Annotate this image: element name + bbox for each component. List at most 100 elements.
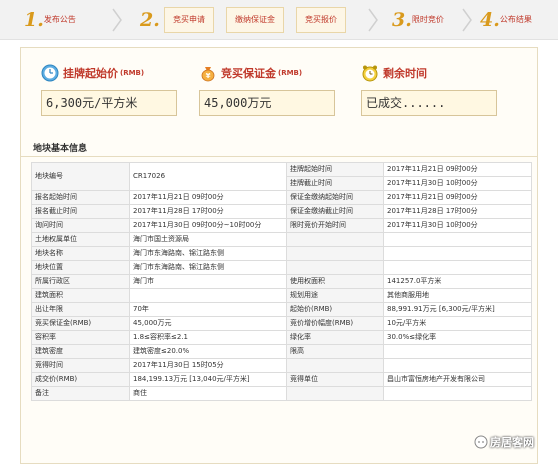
chevron-right-icon bbox=[368, 8, 378, 32]
field-value: 2017年11月28日 17时00分 bbox=[383, 204, 532, 219]
field-label: 挂牌起始时间 bbox=[286, 162, 384, 177]
field-label: 出让年限 bbox=[31, 302, 130, 317]
field-label: 限时竞价开始时间 bbox=[286, 218, 384, 233]
step-label: 发布公告 bbox=[43, 15, 76, 24]
chat-bubble-icon bbox=[474, 435, 488, 449]
field-label: 竞得时间 bbox=[31, 358, 130, 373]
table-row: 地块名称 海门市东海路南、锦江路东侧 bbox=[31, 246, 532, 261]
field-label: 地块编号 bbox=[31, 162, 130, 191]
field-value bbox=[383, 358, 532, 373]
step-number: 2. bbox=[140, 9, 160, 31]
deposit-card: ¥ 竞买保证金 (RMB) 45,000万元 bbox=[199, 62, 335, 136]
field-label bbox=[286, 358, 384, 373]
field-label: 竞价增价幅度(RMB) bbox=[286, 316, 384, 331]
watermark: 房居客网 bbox=[474, 434, 534, 450]
table-row: 报名截止时间 2017年11月28日 17时00分 保证金缴纳截止时间 2017年11… bbox=[31, 204, 532, 219]
field-value: 海门市东海路南、锦江路东侧 bbox=[129, 246, 287, 261]
step-publish: 1. 发布公告 bbox=[24, 7, 76, 33]
field-label: 竞买保证金(RMB) bbox=[31, 316, 130, 331]
field-label: 保证金缴纳起始时间 bbox=[286, 190, 384, 205]
field-label bbox=[286, 246, 384, 261]
step-label: 限时竞价 bbox=[411, 15, 444, 24]
land-auction-panel: 挂牌起始价 (RMB) 6,300元/平方米 ¥ 竞买保证金 (RMB) 45,… bbox=[20, 47, 538, 464]
progress-steps-bar: 1. 发布公告 2. 竞买申请 缴纳保证金 竞买报价 3. 限时竞价 4. 公布… bbox=[0, 0, 558, 40]
table-row: 地块编号 CR17026 挂牌起始时间 2017年11月21日 09时00分 bbox=[31, 162, 532, 191]
field-value bbox=[383, 386, 532, 401]
section-title: 地块基本信息 bbox=[33, 144, 88, 154]
field-label bbox=[286, 386, 384, 401]
svg-text:¥: ¥ bbox=[206, 72, 211, 80]
field-value: 2017年11月21日 09时00分 bbox=[383, 162, 532, 177]
field-label: 竞得单位 bbox=[286, 372, 384, 387]
table-row: 所属行政区 海门市 使用权面积 141257.0平方米 bbox=[31, 274, 532, 289]
field-label: 保证金缴纳截止时间 bbox=[286, 204, 384, 219]
field-label: 容积率 bbox=[31, 330, 130, 345]
field-value: 2017年11月21日 09时00分 bbox=[129, 190, 287, 205]
step-results: 4. 公布结果 bbox=[480, 7, 532, 33]
step-label: 公布结果 bbox=[499, 15, 532, 24]
field-label bbox=[286, 232, 384, 247]
field-value: CR17026 bbox=[129, 162, 287, 191]
deposit-title: 竞买保证金 bbox=[221, 67, 276, 80]
table-row: 报名起始时间 2017年11月21日 09时00分 保证金缴纳起始时间 2017年11… bbox=[31, 190, 532, 205]
field-value: 30.0%≤绿化率 bbox=[383, 330, 532, 345]
watermark-text: 房居客网 bbox=[490, 436, 534, 449]
field-label: 成交价(RMB) bbox=[31, 372, 130, 387]
field-label: 地块名称 bbox=[31, 246, 130, 261]
money-bag-icon: ¥ bbox=[201, 67, 215, 82]
start-price-unit: (RMB) bbox=[120, 69, 145, 77]
field-value: 88,991.91万元 [6,300元/平方米] bbox=[383, 302, 532, 317]
start-price-value: 6,300元/平方米 bbox=[41, 90, 177, 116]
field-label: 地块位置 bbox=[31, 260, 130, 275]
field-value: 2017年11月30日 09时00分~10时00分 bbox=[129, 218, 287, 233]
deposit-value: 45,000万元 bbox=[199, 90, 335, 116]
field-label: 报名截止时间 bbox=[31, 204, 130, 219]
field-value: 2017年11月30日 15时05分 bbox=[129, 358, 287, 373]
field-label: 备注 bbox=[31, 386, 130, 401]
field-value: 2017年11月28日 17时00分 bbox=[129, 204, 287, 219]
step-label: 竞买报价 bbox=[305, 15, 337, 24]
chevron-right-icon bbox=[112, 8, 122, 32]
step-number: 4. bbox=[480, 9, 500, 31]
remaining-time-title: 剩余时间 bbox=[383, 67, 427, 80]
remaining-time-value: 已成交...... bbox=[361, 90, 497, 116]
field-label: 土地权属单位 bbox=[31, 232, 130, 247]
field-value bbox=[383, 232, 532, 247]
table-row: 建筑密度 建筑密度≤20.0% 限高 bbox=[31, 344, 532, 359]
start-price-card: 挂牌起始价 (RMB) 6,300元/平方米 bbox=[41, 62, 177, 136]
field-label: 建筑面积 bbox=[31, 288, 130, 303]
field-value: 商住 bbox=[129, 386, 287, 401]
divider bbox=[21, 156, 537, 157]
start-price-title: 挂牌起始价 bbox=[63, 67, 118, 80]
land-info-table: 地块编号 CR17026 挂牌起始时间 2017年11月21日 09时00分 挂牌截止时… bbox=[31, 162, 532, 401]
field-label bbox=[286, 260, 384, 275]
table-row: 备注 商住 bbox=[31, 386, 532, 401]
field-value: 建筑密度≤20.0% bbox=[129, 344, 287, 359]
field-value bbox=[383, 260, 532, 275]
field-value: 10元/平方米 bbox=[383, 316, 532, 331]
table-row: 竞得时间 2017年11月30日 15时05分 bbox=[31, 358, 532, 373]
field-label: 所属行政区 bbox=[31, 274, 130, 289]
field-label: 起始价(RMB) bbox=[286, 302, 384, 317]
field-label: 挂牌截止时间 bbox=[286, 176, 384, 191]
table-row: 出让年限 70年 起始价(RMB) 88,991.91万元 [6,300元/平方米] bbox=[31, 302, 532, 317]
field-value: 2017年11月21日 09时00分 bbox=[383, 190, 532, 205]
field-value bbox=[383, 246, 532, 261]
field-label: 规划用途 bbox=[286, 288, 384, 303]
step-apply-box: 竞买申请 bbox=[164, 7, 214, 33]
field-label: 绿化率 bbox=[286, 330, 384, 345]
field-value bbox=[129, 288, 287, 303]
deposit-unit: (RMB) bbox=[278, 69, 303, 77]
field-value: 其他商服用地 bbox=[383, 288, 532, 303]
table-row: 竞买保证金(RMB) 45,000万元 竞价增价幅度(RMB) 10元/平方米 bbox=[31, 316, 532, 331]
table-row: 询问时间 2017年11月30日 09时00分~10时00分 限时竞价开始时间 201… bbox=[31, 218, 532, 233]
field-value: 1.8≤容积率≤2.1 bbox=[129, 330, 287, 345]
step-number: 1. bbox=[24, 9, 44, 31]
field-label: 报名起始时间 bbox=[31, 190, 130, 205]
field-value: 184,199.13万元 [13,040元/平方米] bbox=[129, 372, 287, 387]
table-row: 地块位置 海门市东海路南、锦江路东侧 bbox=[31, 260, 532, 275]
table-row: 容积率 1.8≤容积率≤2.1 绿化率 30.0%≤绿化率 bbox=[31, 330, 532, 345]
step-apply: 2. bbox=[140, 7, 160, 33]
remaining-time-card: 剩余时间 已成交...... bbox=[361, 62, 497, 136]
step-label: 竞买申请 bbox=[173, 15, 205, 24]
